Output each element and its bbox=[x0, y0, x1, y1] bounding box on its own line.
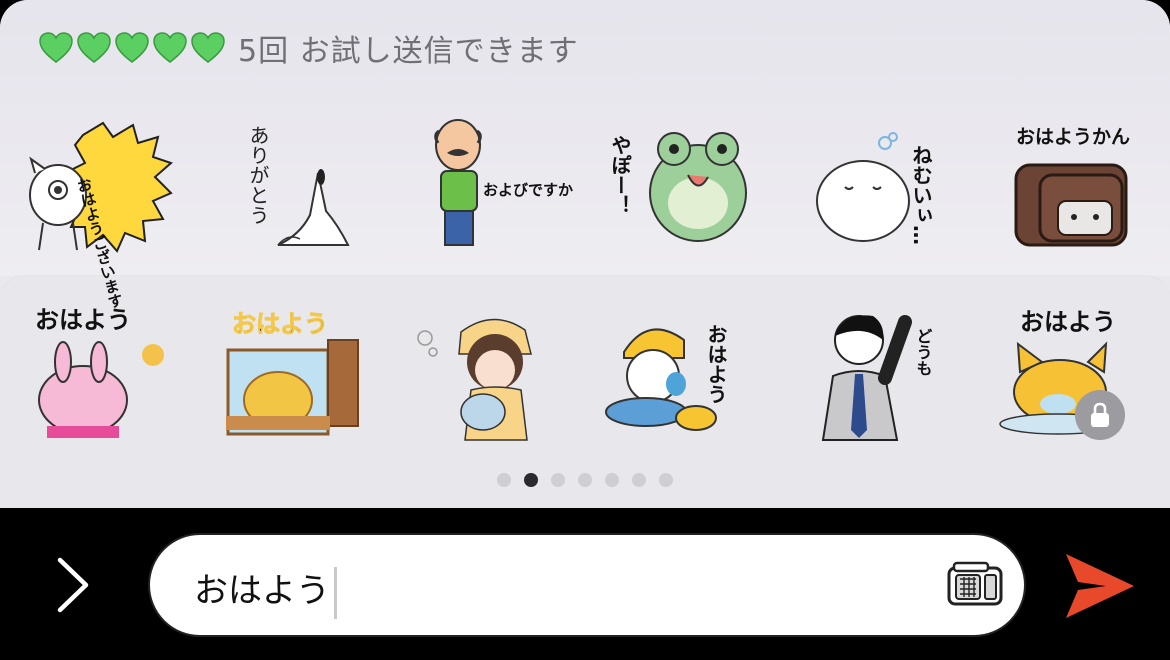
sticker-text: どうも bbox=[913, 328, 932, 376]
sticker-pink-rabbit-ohayou[interactable]: おはよう bbox=[0, 290, 195, 450]
sticker-text: おはよう bbox=[1020, 308, 1116, 336]
trial-banner: 5回 お試し送信できます bbox=[38, 26, 579, 70]
page-dot[interactable] bbox=[659, 473, 673, 487]
sticker-text: やぽー！ bbox=[608, 135, 632, 215]
message-input-value: おはよう bbox=[194, 571, 330, 611]
green-heart-icon bbox=[77, 32, 111, 63]
sticker-text: ねむいぃ… bbox=[909, 145, 933, 245]
sticker-fox-ohayou[interactable]: おはよう bbox=[975, 290, 1170, 450]
sticker-sleepy-girl[interactable] bbox=[390, 290, 585, 450]
trial-count-text: 5回 お試し送信できます bbox=[238, 34, 579, 69]
chevron-right-icon[interactable] bbox=[50, 550, 100, 620]
sticker-ohayoukan[interactable]: おはようかん bbox=[975, 105, 1170, 265]
sticker-cat-ohayou-gozaimasu[interactable]: おはようございます bbox=[0, 105, 195, 311]
heart-list bbox=[38, 31, 226, 65]
page-dot[interactable] bbox=[605, 473, 619, 487]
page-dot-active[interactable] bbox=[524, 473, 538, 487]
green-heart-icon bbox=[39, 32, 73, 63]
green-heart-icon bbox=[191, 32, 225, 63]
green-heart-icon bbox=[115, 32, 149, 63]
sticker-text: おはよう bbox=[35, 306, 131, 334]
sticker-icon[interactable] bbox=[946, 559, 1004, 609]
sticker-row-2: おはよう おはよう おはよう どうも おはよう bbox=[0, 290, 1170, 450]
message-input-text[interactable]: おはよう bbox=[194, 563, 337, 619]
sticker-pooh-ohayou[interactable]: おはよう bbox=[195, 290, 390, 450]
text-caret bbox=[334, 566, 337, 619]
sticker-text: おはようかん bbox=[1015, 126, 1129, 148]
page-dot[interactable] bbox=[551, 473, 565, 487]
page-indicator bbox=[0, 473, 1170, 487]
sticker-frog-yapo[interactable]: やぽー！ bbox=[585, 105, 780, 265]
lock-icon bbox=[1075, 390, 1125, 440]
sticker-snowman-ohayou[interactable]: おはよう bbox=[585, 290, 780, 450]
send-icon[interactable] bbox=[1062, 550, 1138, 622]
sticker-bald-man-oyobidesuka[interactable]: およびですか bbox=[390, 105, 585, 265]
sticker-text: おはよう bbox=[704, 324, 728, 404]
sticker-salaryman-doumo[interactable]: どうも bbox=[780, 290, 975, 450]
page-dot[interactable] bbox=[578, 473, 592, 487]
sticker-panel: 5回 お試し送信できます おはようございます ありがとう およびですか やぽー！… bbox=[0, 0, 1170, 508]
sticker-text: およびですか bbox=[483, 181, 573, 199]
sticker-white-blob-nemui[interactable]: ねむいぃ… bbox=[780, 105, 975, 265]
page-dot[interactable] bbox=[497, 473, 511, 487]
sticker-text: ありがとう bbox=[246, 125, 270, 225]
sticker-row-1: おはようございます ありがとう およびですか やぽー！ ねむいぃ… おはようかん bbox=[0, 105, 1170, 311]
message-input[interactable]: おはよう bbox=[148, 533, 1026, 637]
sticker-text: おはよう bbox=[232, 310, 328, 338]
green-heart-icon bbox=[153, 32, 187, 63]
page-dot[interactable] bbox=[632, 473, 646, 487]
sticker-arigatou-ghost[interactable]: ありがとう bbox=[195, 105, 390, 265]
